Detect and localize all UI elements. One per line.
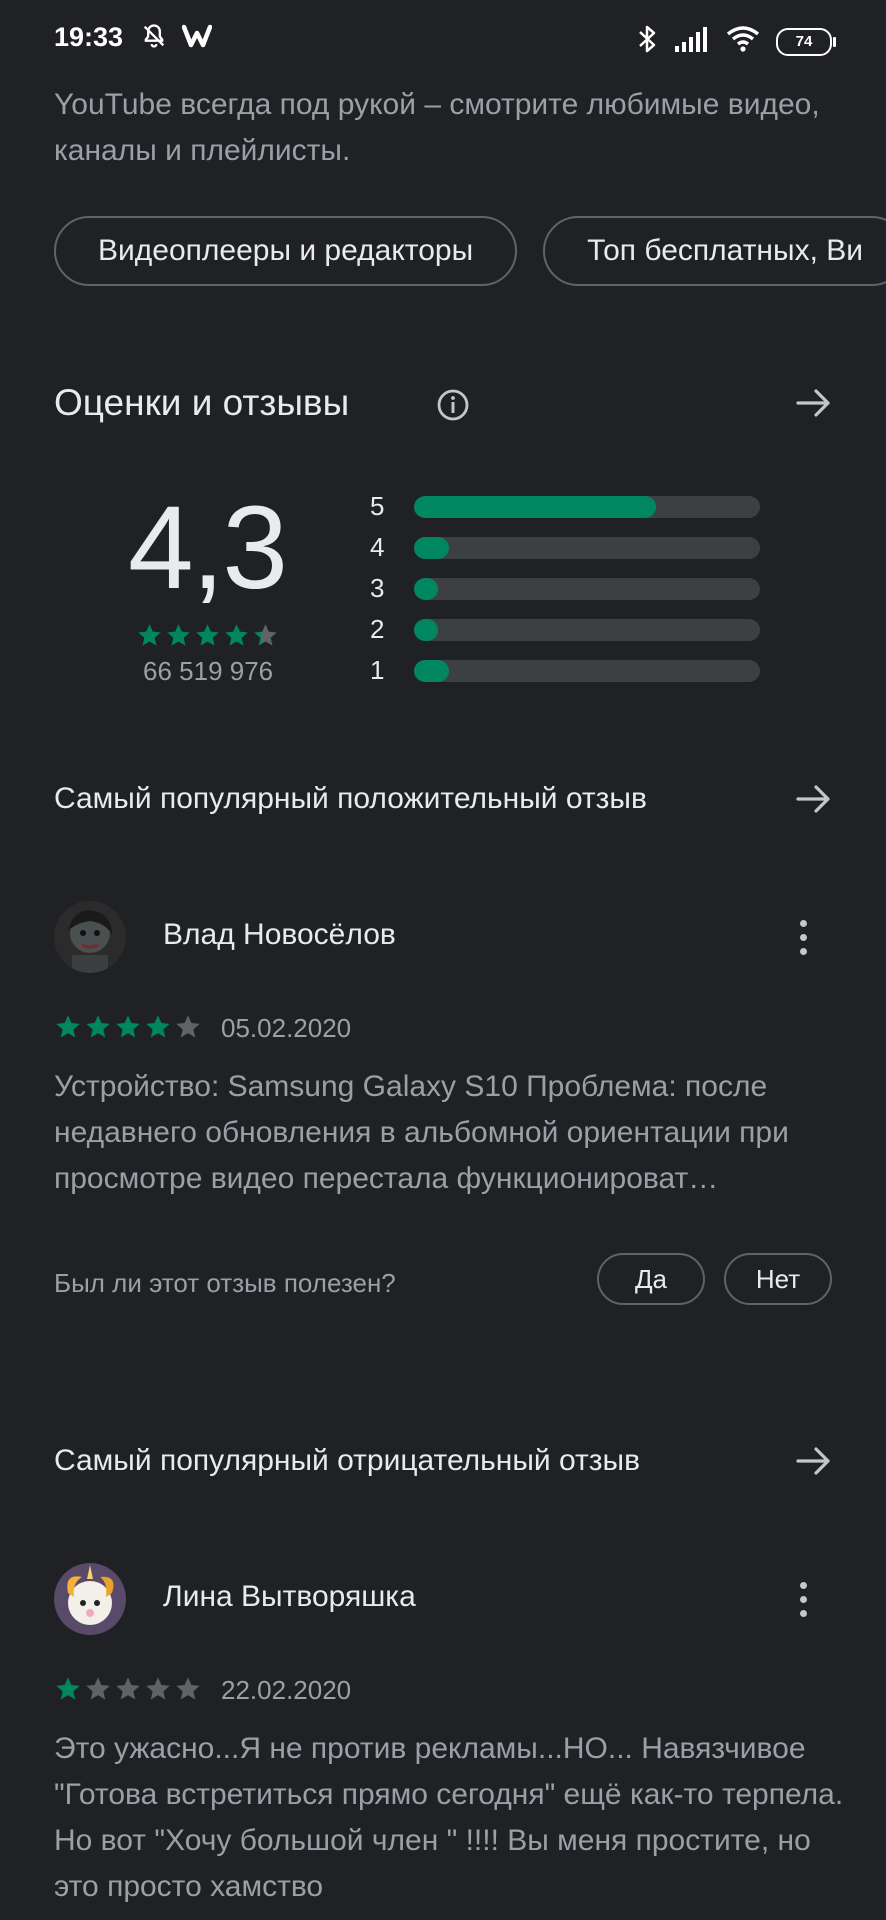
histogram-label: 5 [370, 491, 385, 521]
star-icon [138, 624, 161, 646]
review-text[interactable]: Это ужасно...Я не против рекламы...НО...… [54, 1726, 844, 1910]
total-ratings-count: 66 519 976 [143, 656, 274, 686]
histogram-row: 4 [370, 527, 760, 568]
chip-top-free[interactable]: Топ бесплатных, Ви [543, 216, 886, 286]
star-icon [116, 1015, 140, 1038]
histogram-row: 2 [370, 609, 760, 650]
review-stars [54, 1675, 202, 1703]
histogram-label: 4 [370, 532, 385, 562]
review-date: 22.02.2020 [221, 1675, 352, 1705]
star-icon [56, 1015, 80, 1038]
chip-video-players[interactable]: Видеоплееры и редакторы [54, 216, 518, 286]
histogram-track [414, 495, 760, 518]
histogram-label: 1 [370, 655, 385, 685]
histogram-fill [414, 536, 449, 559]
review-stars [54, 1013, 202, 1041]
helpful-no-button[interactable]: Нет [724, 1253, 832, 1305]
star-icon [225, 624, 248, 646]
star-icon [176, 1015, 200, 1038]
more-options-icon[interactable] [800, 1582, 807, 1617]
category-chips: Видеоплееры и редакторы Топ бесплатных, … [54, 216, 886, 286]
status-right-icons: 74 [636, 24, 836, 59]
histogram-fill [414, 618, 439, 641]
battery-level: 74 [795, 33, 813, 50]
star-icon [167, 624, 190, 646]
review-text[interactable]: Устройство: Samsung Galaxy S10 Проблема:… [54, 1064, 844, 1202]
star-icon [146, 1677, 170, 1700]
histogram-label: 3 [370, 573, 385, 603]
info-icon[interactable] [436, 388, 470, 427]
avatar [54, 901, 126, 973]
avatar [54, 1563, 126, 1635]
negative-review-title: Самый популярный отрицательный отзыв [54, 1444, 641, 1477]
reviewer-name: Лина Вытворяшка [163, 1580, 416, 1613]
app-description: YouTube всегда под рукой – смотрите люби… [54, 88, 820, 167]
star-icon [116, 1677, 140, 1700]
positive-review-title: Самый популярный положительный отзыв [54, 782, 647, 815]
histogram-fill [414, 659, 449, 682]
histogram-fill [414, 495, 657, 518]
star-icon [86, 1677, 110, 1700]
histogram-track [414, 577, 760, 600]
histogram-row: 5 [370, 486, 760, 527]
star-icon [176, 1677, 200, 1700]
signal-icon [674, 26, 710, 57]
reviewer-name: Влад Новосёлов [163, 918, 396, 951]
star-icon [146, 1015, 170, 1038]
histogram-label: 2 [370, 614, 385, 644]
review-date: 05.02.2020 [221, 1013, 352, 1043]
average-stars [136, 622, 279, 649]
histogram-track [414, 618, 760, 641]
status-time: 19:33 [54, 22, 124, 52]
histogram-track [414, 536, 760, 559]
star-icon [56, 1677, 80, 1700]
wifi-icon [726, 26, 760, 57]
histogram-track [414, 659, 760, 682]
bluetooth-icon [636, 24, 658, 59]
rating-histogram: 5 4 3 2 1 [370, 486, 760, 691]
histogram-fill [414, 577, 439, 600]
w-app-icon [181, 23, 213, 54]
ratings-arrow-icon[interactable] [794, 383, 834, 428]
helpful-question: Был ли этот отзыв полезен? [54, 1268, 396, 1298]
histogram-row: 3 [370, 568, 760, 609]
more-options-icon[interactable] [800, 920, 807, 955]
ratings-title: Оценки и отзывы [54, 382, 350, 423]
negative-review-arrow-icon[interactable] [794, 1441, 834, 1486]
average-rating: 4,3 [128, 482, 288, 614]
positive-review-arrow-icon[interactable] [794, 779, 834, 824]
battery-icon: 74 [776, 27, 836, 56]
star-icon [196, 624, 219, 646]
mute-bell-icon [140, 22, 168, 55]
status-left-icons [140, 22, 213, 55]
histogram-row: 1 [370, 650, 760, 691]
helpful-yes-button[interactable]: Да [597, 1253, 705, 1305]
star-icon [254, 624, 277, 646]
star-icon [86, 1015, 110, 1038]
